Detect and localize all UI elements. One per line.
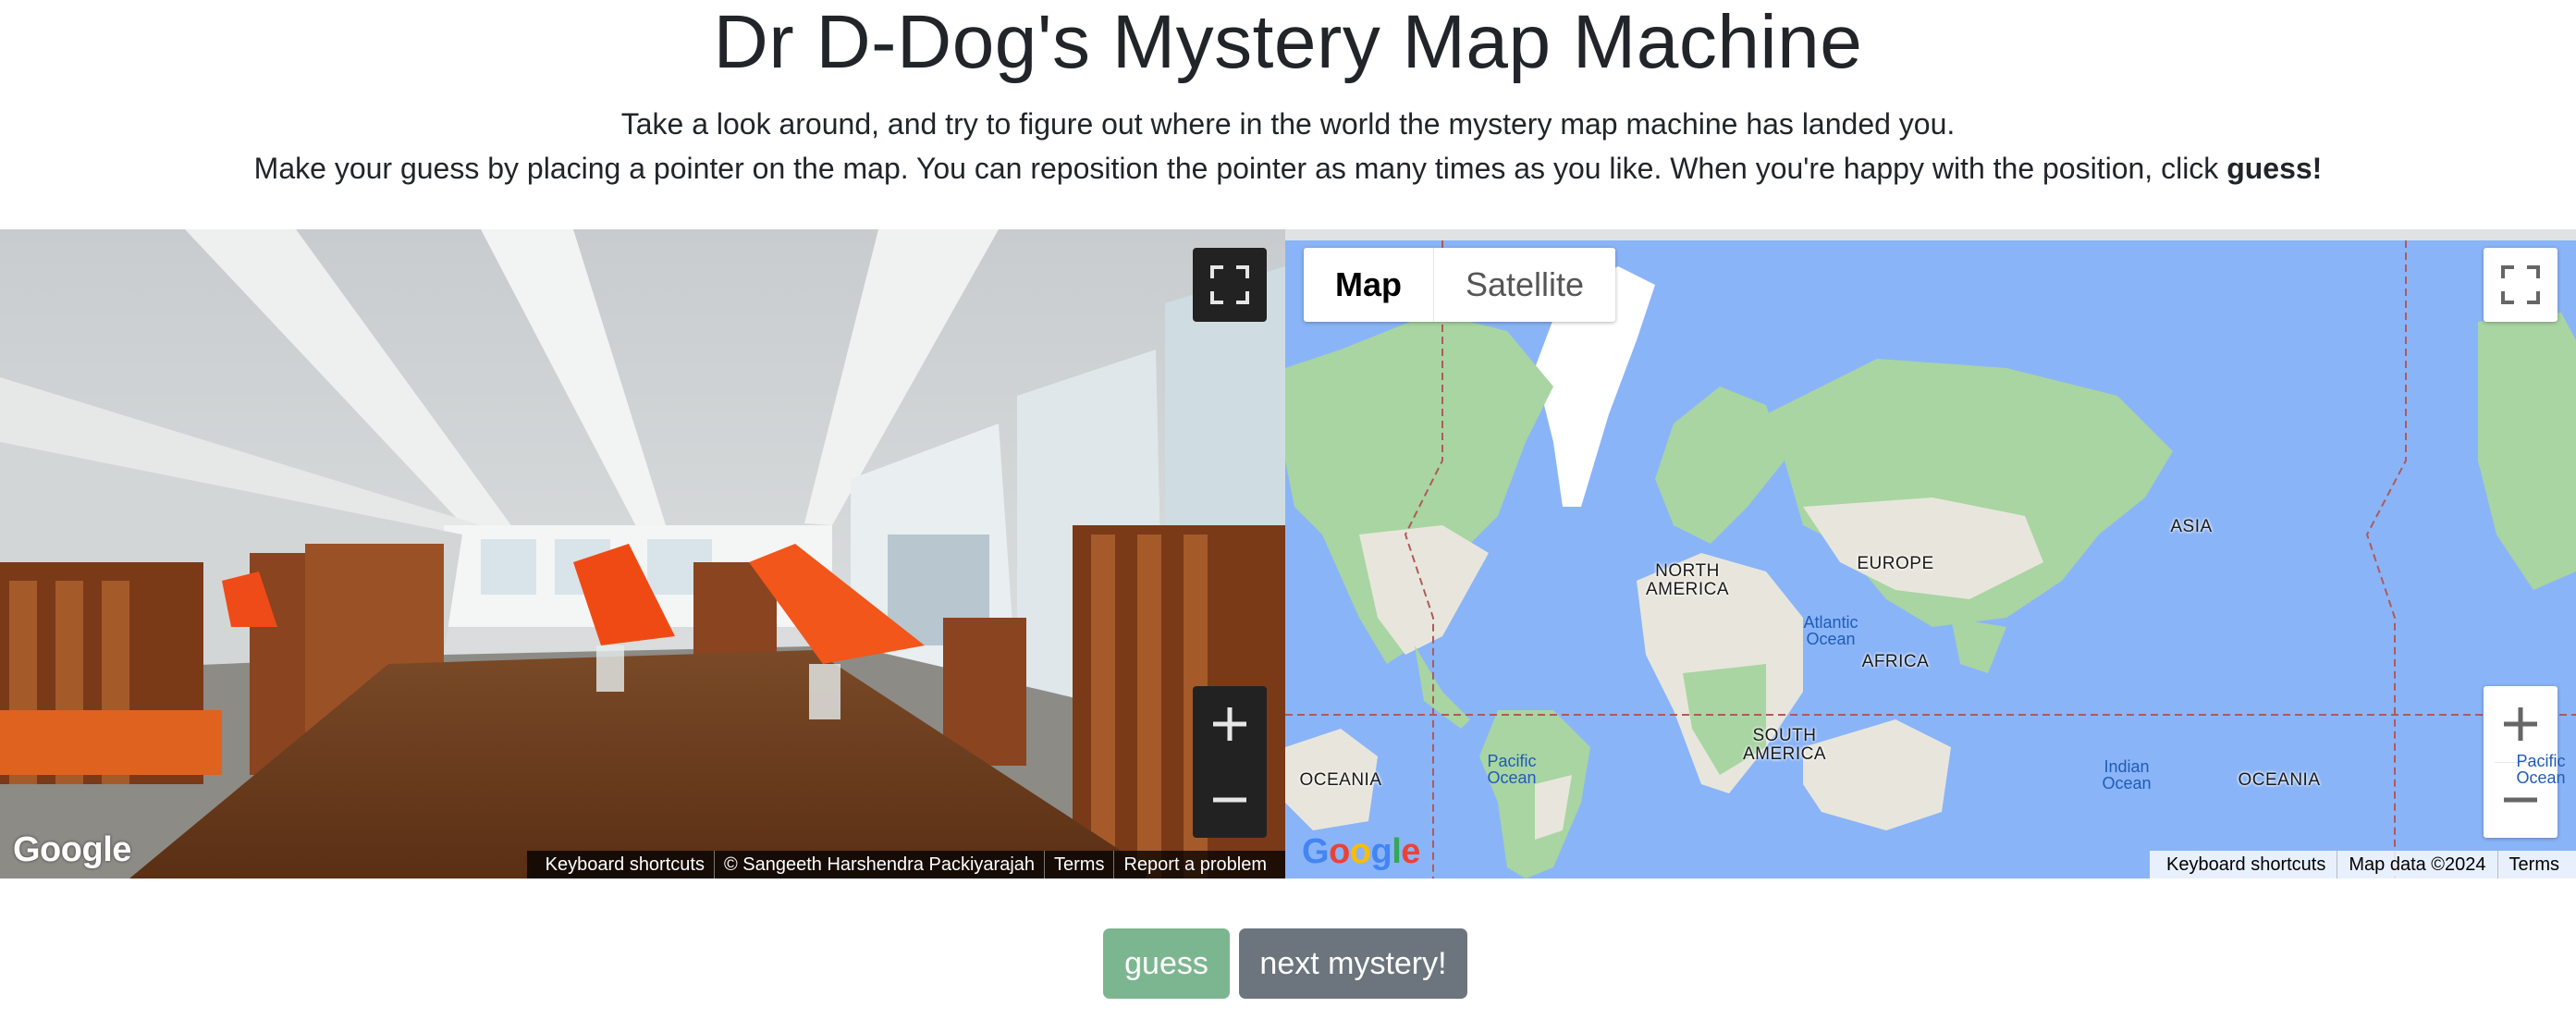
instructions-line-2: Make your guess by placing a pointer on …	[0, 146, 2576, 190]
map-data-credit: Map data ©2024	[2337, 851, 2498, 878]
streetview-attribution: Keyboard shortcuts © Sangeeth Harshendra…	[526, 851, 1285, 878]
label-oceania-right: OCEANIA	[2238, 770, 2321, 790]
next-mystery-button[interactable]: next mystery!	[1239, 928, 1467, 999]
guess-button[interactable]: guess	[1103, 928, 1230, 999]
instructions-guess-emphasis: guess!	[2226, 152, 2323, 185]
label-south-america: SOUTH AMERICA	[1742, 726, 1827, 764]
terms-link[interactable]: Terms	[1045, 851, 1115, 878]
map-fullscreen-button[interactable]	[2484, 248, 2558, 322]
street-view-image[interactable]	[0, 229, 1285, 878]
label-africa: AFRICA	[1861, 652, 1930, 671]
minus-icon	[2504, 797, 2537, 803]
guess-map-panel[interactable]: Map Satellite NORTH AMERICA SOUTH AMERIC…	[1285, 229, 2576, 878]
instructions-line-1: Take a look around, and try to figure ou…	[620, 107, 1956, 141]
label-pacific-ocean-right: Pacific Ocean	[2516, 752, 2566, 787]
label-oceania-left: OCEANIA	[1299, 770, 1382, 790]
label-indian-ocean: Indian Ocean	[2102, 757, 2152, 792]
label-pacific-ocean-left: Pacific Ocean	[1487, 752, 1537, 787]
map-type-satellite-button[interactable]: Satellite	[1434, 248, 1615, 322]
report-problem-link[interactable]: Report a problem	[1114, 851, 1276, 878]
google-logo[interactable]: Google	[1302, 832, 1420, 872]
map-attribution: Keyboard shortcuts Map data ©2024 Terms	[2150, 851, 2576, 878]
photographer-credit[interactable]: © Sangeeth Harshendra Packiyarajah	[715, 851, 1046, 878]
label-asia: ASIA	[2170, 517, 2213, 536]
google-logo[interactable]: Google	[13, 830, 131, 870]
keyboard-shortcuts-link[interactable]: Keyboard shortcuts	[2155, 851, 2338, 878]
streetview-zoom-control	[1193, 686, 1267, 838]
instructions-line-2-text: Make your guess by placing a pointer on …	[253, 152, 2227, 185]
fullscreen-icon	[2501, 265, 2540, 304]
street-view-panel[interactable]: Google Keyboard shortcuts © Sangeeth Har…	[0, 229, 1285, 878]
instructions: Take a look around, and try to figure ou…	[0, 102, 2576, 190]
label-north-america: NORTH AMERICA	[1645, 561, 1730, 599]
streetview-zoom-in-button[interactable]	[1193, 686, 1267, 762]
terms-link[interactable]: Terms	[2498, 851, 2570, 878]
label-europe: EUROPE	[1857, 554, 1934, 573]
keyboard-shortcuts-link[interactable]: Keyboard shortcuts	[536, 851, 715, 878]
fullscreen-icon	[1210, 265, 1249, 304]
label-atlantic-ocean: Atlantic Ocean	[1803, 613, 1858, 648]
map-type-map-button[interactable]: Map	[1304, 248, 1434, 322]
streetview-zoom-out-button[interactable]	[1193, 762, 1267, 838]
map-type-control: Map Satellite	[1304, 248, 1616, 322]
minus-icon	[1213, 797, 1246, 803]
page-title: Dr D-Dog's Mystery Map Machine	[713, 0, 1863, 84]
plus-icon	[2504, 706, 2537, 741]
streetview-fullscreen-button[interactable]	[1193, 248, 1267, 322]
plus-icon	[1213, 707, 1246, 741]
map-zoom-in-button[interactable]	[2484, 686, 2558, 762]
